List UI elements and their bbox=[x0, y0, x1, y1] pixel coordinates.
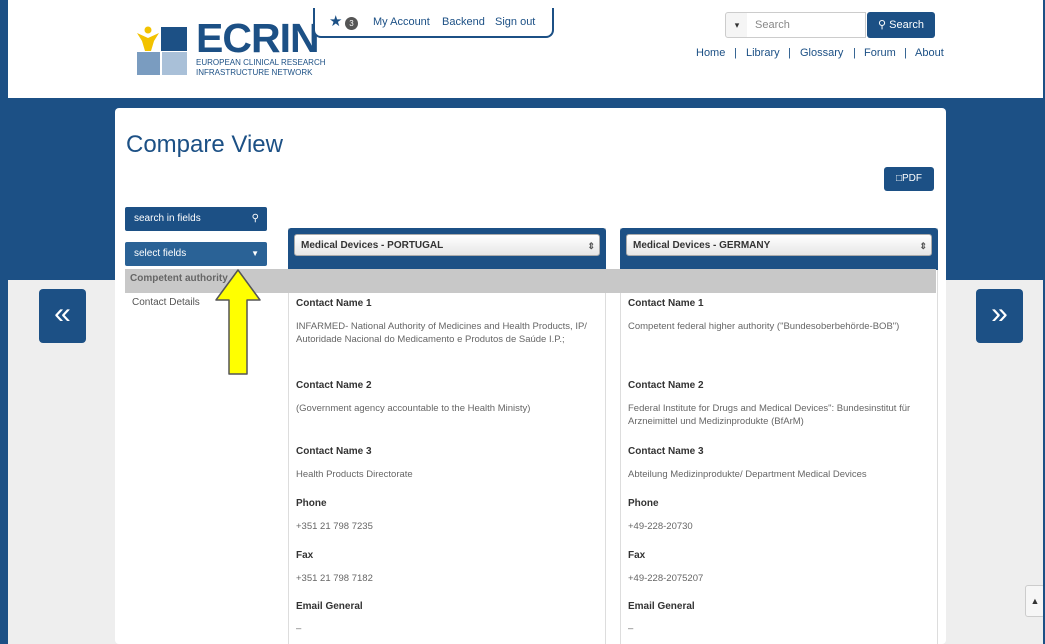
nav-separator: | bbox=[788, 47, 791, 59]
scroll-up-button[interactable]: ▲ bbox=[1025, 585, 1045, 617]
caret-down-icon: ▼ bbox=[251, 249, 259, 258]
field-label: Email General bbox=[628, 601, 695, 612]
window-left-border bbox=[0, 0, 8, 644]
field-label: Fax bbox=[628, 550, 646, 561]
nav-separator: | bbox=[734, 47, 737, 59]
select-arrows-icon: ⇕ bbox=[919, 241, 927, 251]
column-header: Medical Devices - PORTUGAL ⇕ bbox=[288, 228, 606, 270]
field-label: Contact Name 3 bbox=[628, 446, 704, 457]
pdf-button[interactable]: □PDF bbox=[884, 167, 934, 191]
field-value: +49-228-20730 bbox=[628, 521, 693, 532]
sign-out-link[interactable]: Sign out bbox=[495, 16, 535, 28]
highlight-arrow-icon bbox=[215, 269, 261, 375]
field-label: Contact Name 3 bbox=[296, 446, 372, 457]
field-value: +351 21 798 7235 bbox=[296, 521, 373, 532]
section-header-strip-overlay bbox=[288, 269, 936, 293]
field-label: Contact Name 2 bbox=[628, 380, 704, 391]
nav-separator: | bbox=[904, 47, 907, 59]
field-value: Federal Institute for Drugs and Medical … bbox=[628, 403, 911, 427]
country-select[interactable]: Medical Devices - PORTUGAL ⇕ bbox=[294, 234, 600, 256]
my-account-link[interactable]: My Account bbox=[373, 16, 430, 28]
ecrin-logo-icon[interactable] bbox=[135, 25, 189, 77]
field-value: Health Products Directorate bbox=[296, 469, 413, 480]
logo-wordmark[interactable]: ECRIN bbox=[196, 16, 320, 60]
field-value: +49-228-2075207 bbox=[628, 573, 704, 584]
field-value: Competent federal higher authority ("Bun… bbox=[628, 321, 900, 332]
nav-forum[interactable]: Forum bbox=[864, 47, 896, 59]
favorites-count-badge[interactable]: 3 bbox=[345, 17, 358, 30]
search-icon: ⚲ bbox=[251, 213, 259, 224]
nav-home[interactable]: Home bbox=[696, 47, 725, 59]
country-select-value: Medical Devices - PORTUGAL bbox=[301, 240, 444, 251]
search-input[interactable]: Search bbox=[747, 12, 866, 38]
search-in-fields-button[interactable]: search in fields ⚲ bbox=[125, 207, 267, 231]
backend-link[interactable]: Backend bbox=[442, 16, 485, 28]
select-fields-label: select fields bbox=[134, 248, 187, 259]
search-scope-dropdown[interactable]: ▾ bbox=[725, 12, 749, 38]
logo-subtitle: EUROPEAN CLINICAL RESEARCH INFRASTRUCTUR… bbox=[196, 58, 326, 78]
field-label: Contact Name 1 bbox=[628, 298, 704, 309]
caret-up-icon: ▲ bbox=[1030, 596, 1040, 606]
country-select[interactable]: Medical Devices - GERMANY ⇕ bbox=[626, 234, 932, 256]
field-value: (Government agency accountable to the He… bbox=[296, 403, 531, 414]
field-value: Abteilung Medizinprodukte/ Department Me… bbox=[628, 469, 867, 480]
field-value: INFARMED- National Authority of Medicine… bbox=[296, 321, 587, 345]
nav-separator: | bbox=[853, 47, 856, 59]
search-button[interactable]: ⚲ Search bbox=[867, 12, 935, 38]
search-icon: ⚲ bbox=[878, 19, 887, 31]
sidebar-item-contact-details[interactable]: Contact Details bbox=[132, 297, 200, 308]
nav-about[interactable]: About bbox=[915, 47, 944, 59]
logo-subtitle-line2: INFRASTRUCTURE NETWORK bbox=[196, 68, 313, 77]
logo-subtitle-line1: EUROPEAN CLINICAL RESEARCH bbox=[196, 58, 326, 67]
search-in-fields-label: search in fields bbox=[134, 213, 201, 224]
chevron-down-icon: ▾ bbox=[734, 20, 740, 30]
previous-button[interactable]: « bbox=[39, 289, 86, 343]
select-arrows-icon: ⇕ bbox=[587, 241, 595, 251]
field-value: – bbox=[296, 623, 302, 634]
field-label: Fax bbox=[296, 550, 314, 561]
country-select-value: Medical Devices - GERMANY bbox=[633, 240, 771, 251]
select-fields-dropdown[interactable]: select fields ▼ bbox=[125, 242, 267, 266]
page-title: Compare View bbox=[126, 131, 283, 158]
pdf-button-label: PDF bbox=[902, 173, 923, 184]
nav-library[interactable]: Library bbox=[746, 47, 780, 59]
field-label: Phone bbox=[296, 498, 327, 509]
next-button[interactable]: » bbox=[976, 289, 1023, 343]
field-value: +351 21 798 7182 bbox=[296, 573, 373, 584]
field-value: – bbox=[628, 623, 634, 634]
column-header: Medical Devices - GERMANY ⇕ bbox=[620, 228, 938, 270]
search-button-label: Search bbox=[889, 19, 924, 31]
field-label: Email General bbox=[296, 601, 363, 612]
field-label: Contact Name 1 bbox=[296, 298, 372, 309]
star-icon[interactable]: ★ bbox=[329, 12, 342, 30]
field-label: Contact Name 2 bbox=[296, 380, 372, 391]
user-menu-box: ★ 3 My Account Backend Sign out bbox=[313, 8, 554, 38]
nav-glossary[interactable]: Glossary bbox=[800, 47, 843, 59]
field-label: Phone bbox=[628, 498, 659, 509]
